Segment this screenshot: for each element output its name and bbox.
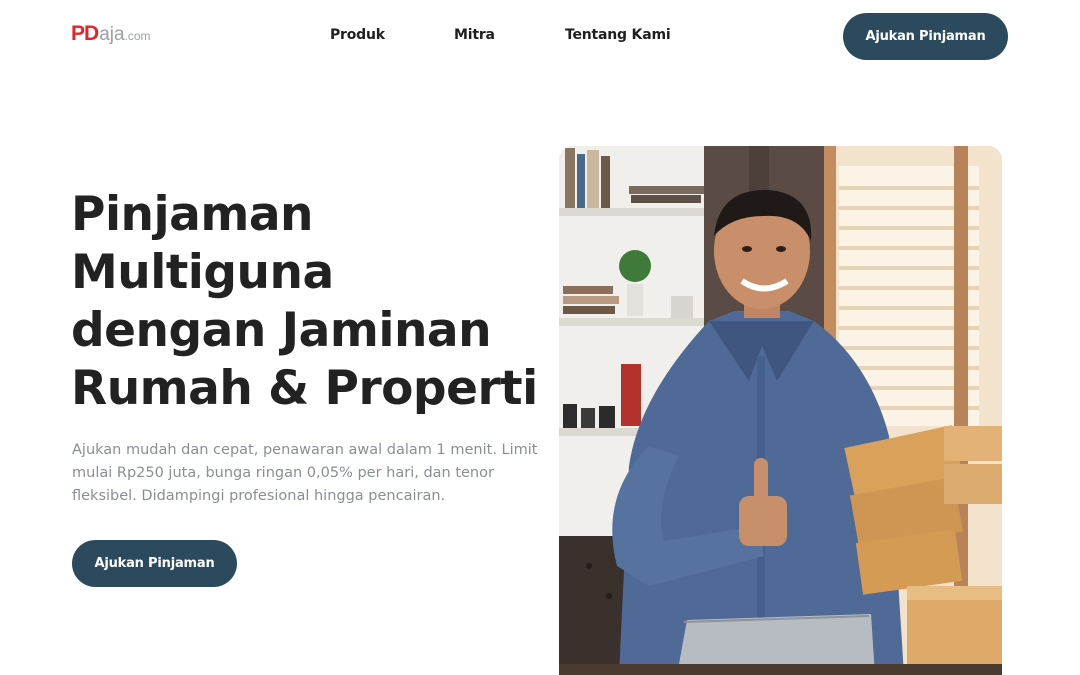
hero-title: Pinjaman Multiguna dengan Jaminan Rumah … (71, 187, 538, 416)
hero-photo-illustration (559, 146, 1002, 675)
nav-link-tentang-kami[interactable]: Tentang Kami (565, 27, 671, 43)
hero-description: Ajukan mudah dan cepat, penawaran awal d… (72, 442, 538, 504)
site-header: PD aja .com Produk Mitra Tentang Kami Aj… (0, 0, 1080, 72)
nav-link-mitra[interactable]: Mitra (454, 27, 495, 43)
header-apply-loan-button[interactable]: Ajukan Pinjaman (843, 13, 1008, 60)
nav-link-produk[interactable]: Produk (330, 27, 385, 43)
hero-apply-loan-button[interactable]: Ajukan Pinjaman (72, 540, 237, 587)
hero-photo (559, 146, 1002, 675)
